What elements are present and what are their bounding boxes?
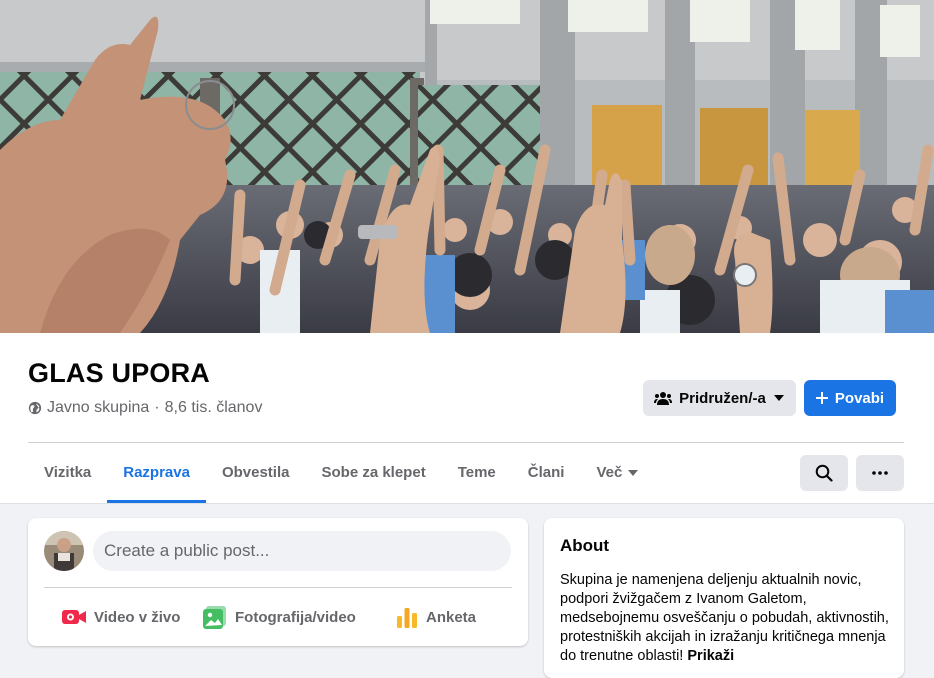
tab-vizitka[interactable]: Vizitka: [28, 443, 107, 503]
globe-icon: [28, 401, 42, 415]
live-video-button[interactable]: Video v živo: [62, 603, 180, 631]
tab-obvestila[interactable]: Obvestila: [206, 443, 306, 503]
about-title: About: [560, 536, 610, 555]
about-card: About Skupina je namenjena deljenju aktu…: [544, 518, 904, 678]
search-button[interactable]: [800, 455, 848, 491]
tab-teme[interactable]: Teme: [442, 443, 512, 503]
member-count[interactable]: 8,6 tis. članov: [165, 399, 263, 417]
about-description: Skupina je namenjena deljenju aktualnih …: [560, 572, 889, 664]
tab-sobe-za-klepet[interactable]: Sobe za klepet: [305, 443, 441, 503]
joined-label: Pridružen/-a: [679, 389, 766, 407]
privacy-label: Javno skupina: [47, 399, 150, 416]
search-icon: [815, 464, 833, 482]
post-composer: Create a public post... Video v živo Fot…: [28, 518, 528, 646]
more-horizontal-icon: [872, 471, 888, 475]
plus-icon: [815, 392, 828, 404]
poll-button[interactable]: Anketa: [396, 603, 476, 631]
tab-clani[interactable]: Člani: [512, 443, 581, 503]
people-icon: [654, 392, 673, 405]
poll-icon: [397, 608, 417, 628]
group-title[interactable]: GLAS UPORA: [28, 358, 210, 389]
more-options-button[interactable]: [856, 455, 904, 491]
photo-icon: [203, 606, 226, 629]
invite-label: Povabi: [834, 389, 885, 407]
cover-photo[interactable]: [0, 0, 934, 333]
caret-down-icon: [628, 469, 639, 476]
tab-vec[interactable]: Več: [580, 443, 654, 503]
group-meta: Javno skupina · 8,6 tis. članov: [28, 399, 262, 417]
caret-down-icon: [773, 395, 784, 401]
cover-image: [0, 0, 934, 333]
show-more-link[interactable]: Prikaži: [687, 648, 734, 664]
create-post-input[interactable]: Create a public post...: [93, 531, 511, 571]
tab-razprava[interactable]: Razprava: [107, 443, 206, 503]
group-header: GLAS UPORA Javno skupina · 8,6 tis. član…: [0, 333, 934, 504]
composer-divider: [44, 587, 512, 588]
photo-video-button[interactable]: Fotografija/video: [203, 603, 356, 631]
invite-button[interactable]: Povabi: [804, 380, 896, 416]
joined-button[interactable]: Pridružen/-a: [643, 380, 796, 416]
live-video-icon: [62, 610, 86, 624]
meta-separator: ·: [154, 399, 160, 416]
avatar[interactable]: [44, 531, 84, 571]
group-tabs: Vizitka Razprava Obvestila Sobe za klepe…: [28, 443, 654, 503]
